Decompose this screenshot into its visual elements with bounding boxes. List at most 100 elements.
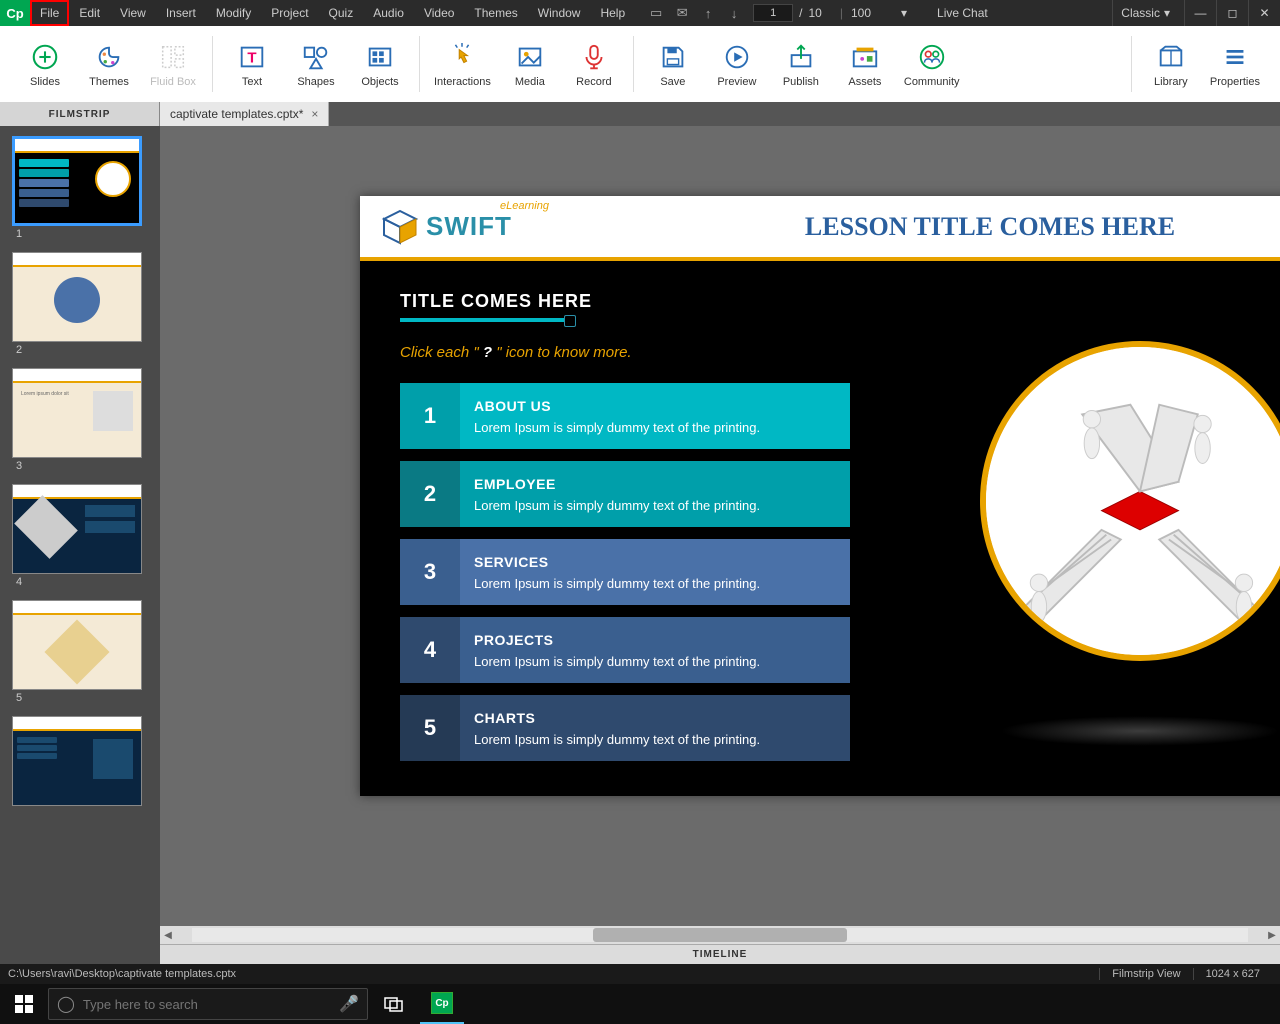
menu-window[interactable]: Window bbox=[528, 0, 591, 26]
live-chat-link[interactable]: Live Chat bbox=[937, 6, 988, 20]
taskbar-search[interactable]: ◯ 🎤 bbox=[48, 988, 368, 1020]
document-tab[interactable]: captivate templates.cptx* × bbox=[160, 102, 329, 126]
start-button[interactable] bbox=[4, 984, 44, 1024]
taskbar: ◯ 🎤 Cp bbox=[0, 984, 1280, 1024]
menu-video[interactable]: Video bbox=[414, 0, 464, 26]
canvas-area: SWIFT eLearning LESSON TITLE COMES HERE … bbox=[160, 126, 1280, 964]
library-button[interactable]: Library bbox=[1146, 40, 1196, 88]
slide-current-input[interactable] bbox=[753, 4, 793, 22]
feature-image bbox=[980, 341, 1280, 661]
slide-body: TITLE COMES HERE Click each " ? " icon t… bbox=[360, 261, 1280, 796]
brand-text: SWIFT bbox=[426, 211, 512, 242]
list-item[interactable]: 2EMPLOYEELorem Ipsum is simply dummy tex… bbox=[400, 461, 850, 527]
svg-text:T: T bbox=[247, 50, 256, 67]
community-button[interactable]: Community bbox=[904, 40, 960, 88]
workspace-label: Classic bbox=[1121, 6, 1160, 20]
objects-button[interactable]: Objects bbox=[355, 40, 405, 88]
close-icon[interactable]: × bbox=[311, 107, 318, 121]
menu-audio[interactable]: Audio bbox=[363, 0, 414, 26]
thumb-2[interactable] bbox=[12, 252, 142, 342]
text-button[interactable]: TText bbox=[227, 40, 277, 88]
thumb-num: 4 bbox=[12, 574, 148, 594]
menubar: Cp File Edit View Insert Modify Project … bbox=[0, 0, 1280, 26]
list-item[interactable]: 5CHARTSLorem Ipsum is simply dummy text … bbox=[400, 695, 850, 761]
statusbar: C:\Users\ravi\Desktop\captivate template… bbox=[0, 964, 1280, 984]
menu-quiz[interactable]: Quiz bbox=[319, 0, 364, 26]
record-button[interactable]: Record bbox=[569, 40, 619, 88]
mail-icon[interactable]: ✉ bbox=[673, 5, 691, 21]
scroll-right-icon[interactable]: ▶ bbox=[1264, 930, 1280, 941]
shapes-button[interactable]: Shapes bbox=[291, 40, 341, 88]
preview-button[interactable]: Preview bbox=[712, 40, 762, 88]
publish-button[interactable]: Publish bbox=[776, 40, 826, 88]
menu-project[interactable]: Project bbox=[261, 0, 318, 26]
close-button[interactable]: ✕ bbox=[1248, 0, 1280, 26]
menu-themes[interactable]: Themes bbox=[464, 0, 527, 26]
section-title[interactable]: TITLE COMES HERE bbox=[400, 291, 1280, 312]
slide-canvas[interactable]: SWIFT eLearning LESSON TITLE COMES HERE … bbox=[360, 196, 1280, 796]
slide-header: SWIFT eLearning LESSON TITLE COMES HERE … bbox=[360, 196, 1280, 261]
menu-insert[interactable]: Insert bbox=[156, 0, 206, 26]
assets-button[interactable]: Assets bbox=[840, 40, 890, 88]
menu-edit[interactable]: Edit bbox=[69, 0, 110, 26]
filmstrip-header: FILMSTRIP bbox=[0, 102, 160, 126]
filmstrip[interactable]: 1 2 Lorem ipsum dolor sit 3 bbox=[0, 126, 160, 964]
slides-button[interactable]: Slides bbox=[20, 40, 70, 88]
view-mode: Filmstrip View bbox=[1099, 968, 1192, 980]
fluid-box-button: Fluid Box bbox=[148, 40, 198, 88]
media-button[interactable]: Media bbox=[505, 40, 555, 88]
app-logo: Cp bbox=[0, 0, 30, 26]
search-input[interactable] bbox=[83, 997, 331, 1012]
list-item[interactable]: 4PROJECTSLorem Ipsum is simply dummy tex… bbox=[400, 617, 850, 683]
down-arrow-icon[interactable]: ↓ bbox=[725, 5, 743, 21]
thumb-5[interactable] bbox=[12, 600, 142, 690]
thumb-1[interactable] bbox=[12, 136, 142, 226]
interactions-button[interactable]: Interactions bbox=[434, 40, 491, 88]
themes-button[interactable]: Themes bbox=[84, 40, 134, 88]
menu-view[interactable]: View bbox=[110, 0, 156, 26]
up-arrow-icon[interactable]: ↑ bbox=[699, 5, 717, 21]
zoom-value: 100 bbox=[847, 6, 897, 20]
scroll-left-icon[interactable]: ◀ bbox=[160, 930, 176, 941]
slide-sep: / bbox=[799, 6, 802, 20]
menu-help[interactable]: Help bbox=[590, 0, 635, 26]
minimize-button[interactable]: — bbox=[1184, 0, 1216, 26]
thumb-num: 1 bbox=[12, 226, 148, 246]
ribbon: Slides Themes Fluid Box TText Shapes Obj… bbox=[0, 26, 1280, 102]
list-item[interactable]: 3SERVICESLorem Ipsum is simply dummy tex… bbox=[400, 539, 850, 605]
canvas-scroll[interactable]: SWIFT eLearning LESSON TITLE COMES HERE … bbox=[160, 126, 1280, 926]
thumb-num: 3 bbox=[12, 458, 148, 478]
taskbar-app-captivate[interactable]: Cp bbox=[420, 984, 464, 1024]
menu-file[interactable]: File bbox=[30, 0, 69, 26]
thumb-3[interactable]: Lorem ipsum dolor sit bbox=[12, 368, 142, 458]
properties-button[interactable]: Properties bbox=[1210, 40, 1260, 88]
doc-tab-label: captivate templates.cptx* bbox=[170, 107, 303, 121]
thumb-6[interactable] bbox=[12, 716, 142, 806]
section-underline bbox=[400, 318, 570, 322]
layout-icon[interactable]: ▭ bbox=[647, 5, 665, 21]
canvas-dimensions: 1024 x 627 bbox=[1193, 968, 1272, 980]
save-button[interactable]: Save bbox=[648, 40, 698, 88]
thumb-num: 2 bbox=[12, 342, 148, 362]
workspace-selector[interactable]: Classic ▾ bbox=[1112, 0, 1178, 26]
menu-modify[interactable]: Modify bbox=[206, 0, 261, 26]
chevron-down-icon: ▾ bbox=[1164, 6, 1170, 20]
thumb-num: 5 bbox=[12, 690, 148, 710]
zoom-control[interactable]: | 100 ▾ bbox=[840, 6, 907, 20]
task-view-button[interactable] bbox=[372, 984, 416, 1024]
lesson-title[interactable]: LESSON TITLE COMES HERE bbox=[680, 212, 1280, 242]
chevron-down-icon: ▾ bbox=[901, 6, 907, 20]
slide-number: / 10 bbox=[753, 4, 822, 22]
workspace: 1 2 Lorem ipsum dolor sit 3 bbox=[0, 126, 1280, 964]
mic-icon[interactable]: 🎤 bbox=[339, 994, 359, 1014]
timeline-panel[interactable]: TIMELINE bbox=[160, 944, 1280, 964]
window-controls: — ◻ ✕ bbox=[1184, 0, 1280, 26]
thumb-4[interactable] bbox=[12, 484, 142, 574]
item-list: 1ABOUT USLorem Ipsum is simply dummy tex… bbox=[400, 383, 850, 761]
cortana-icon: ◯ bbox=[57, 994, 75, 1014]
horizontal-scrollbar[interactable]: ◀ ▶ bbox=[160, 926, 1280, 944]
list-item[interactable]: 1ABOUT USLorem Ipsum is simply dummy tex… bbox=[400, 383, 850, 449]
file-path: C:\Users\ravi\Desktop\captivate template… bbox=[8, 968, 1099, 980]
maximize-button[interactable]: ◻ bbox=[1216, 0, 1248, 26]
brand-logo: SWIFT bbox=[380, 209, 512, 245]
